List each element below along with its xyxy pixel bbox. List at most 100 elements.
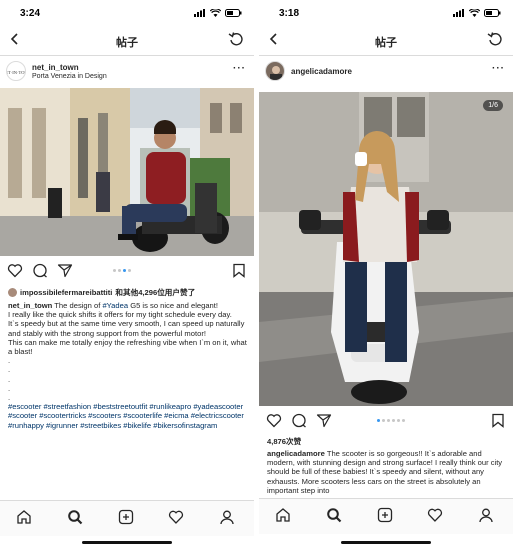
home-icon bbox=[276, 508, 290, 522]
post-header: angelicadamore ··· bbox=[259, 57, 513, 87]
battery-icon bbox=[225, 9, 242, 17]
caption-dot-line: . bbox=[8, 383, 11, 393]
comment-button[interactable] bbox=[291, 413, 307, 433]
heart-icon bbox=[168, 510, 184, 524]
status-time: 3:18 bbox=[279, 8, 300, 19]
caption-hashtag-yadea[interactable]: #Yadea bbox=[102, 301, 128, 310]
caption-text-2: G5 is so nice and elegant! bbox=[130, 301, 218, 310]
search-icon bbox=[327, 508, 342, 523]
carousel-dot bbox=[402, 419, 405, 422]
photo-woman-scooter bbox=[259, 92, 513, 406]
caption-text-4: It`s speedy but at the same time very sm… bbox=[8, 319, 245, 338]
more-options-button[interactable]: ··· bbox=[492, 63, 505, 74]
net-in-town-logo-icon: NET·IN·TOWN bbox=[7, 70, 26, 75]
post-caption: net_in_town The design of #Yadea G5 is s… bbox=[8, 301, 248, 430]
bottom-navigation bbox=[259, 498, 513, 534]
carousel-dot bbox=[128, 269, 131, 272]
bookmark-icon bbox=[233, 263, 245, 278]
refresh-button[interactable] bbox=[228, 31, 244, 52]
liked-by-rest[interactable]: 和其他4,296位用户赞了 bbox=[115, 287, 195, 298]
caption-dot-line: . bbox=[8, 393, 11, 403]
wifi-icon bbox=[210, 9, 221, 17]
status-bar: 3:24 bbox=[0, 0, 254, 26]
refresh-icon bbox=[487, 32, 502, 46]
post-username[interactable]: net_in_town bbox=[32, 63, 79, 72]
caption-dot-line: . bbox=[8, 374, 11, 384]
post-header: NET·IN·TOWN net_in_town Porta Venezia in… bbox=[0, 57, 254, 87]
save-button[interactable] bbox=[491, 413, 505, 433]
add-icon bbox=[118, 509, 134, 525]
nav-activity-button[interactable] bbox=[168, 509, 184, 530]
nav-profile-button[interactable] bbox=[219, 509, 235, 530]
avatar[interactable]: NET·IN·TOWN bbox=[6, 61, 26, 81]
post-username[interactable]: angelicadamore bbox=[291, 67, 352, 76]
nav-header: 帖子 bbox=[259, 26, 513, 56]
nav-activity-button[interactable] bbox=[427, 507, 443, 528]
liked-by-user[interactable]: impossibilefermareibattiti bbox=[20, 288, 112, 297]
status-icons bbox=[453, 9, 501, 17]
profile-icon bbox=[479, 508, 493, 523]
refresh-icon bbox=[228, 32, 243, 46]
nav-search-button[interactable] bbox=[67, 509, 83, 530]
caption-hashtags[interactable]: #escooter #streetfashion #beststreetoutf… bbox=[8, 402, 248, 430]
like-button[interactable] bbox=[7, 263, 23, 283]
status-bar: 3:18 bbox=[259, 0, 513, 26]
caption-dot-line: . bbox=[8, 356, 11, 366]
comment-button[interactable] bbox=[32, 263, 48, 283]
comment-icon bbox=[33, 263, 47, 278]
post-actions bbox=[0, 260, 254, 282]
right-phone-screen: 3:18 帖子 angelicadamore ··· 1/6 4,876次赞 a… bbox=[259, 0, 513, 548]
carousel-dot-active bbox=[377, 419, 380, 422]
home-indicator bbox=[341, 541, 431, 544]
carousel-dot bbox=[392, 419, 395, 422]
svg-text:NET·IN·TOWN: NET·IN·TOWN bbox=[7, 70, 26, 75]
post-caption: angelicadamore The scooter is so gorgeou… bbox=[267, 449, 507, 495]
caption-username[interactable]: angelicadamore bbox=[267, 449, 325, 458]
post-location[interactable]: Porta Venezia in Design bbox=[32, 73, 107, 80]
nav-profile-button[interactable] bbox=[478, 507, 494, 528]
post-actions bbox=[259, 410, 513, 432]
caption-username[interactable]: net_in_town bbox=[8, 301, 52, 310]
carousel-dot bbox=[387, 419, 390, 422]
carousel-dot bbox=[113, 269, 116, 272]
likes-count[interactable]: 4,876次赞 bbox=[267, 436, 301, 447]
nav-add-button[interactable] bbox=[118, 509, 134, 530]
nav-header: 帖子 bbox=[0, 26, 254, 56]
signal-icon bbox=[194, 9, 205, 17]
page-title: 帖子 bbox=[116, 37, 138, 49]
share-button[interactable] bbox=[316, 413, 332, 433]
save-button[interactable] bbox=[232, 263, 246, 283]
photo-counter: 1/6 bbox=[483, 100, 503, 111]
add-icon bbox=[377, 507, 393, 523]
heart-icon bbox=[266, 414, 282, 428]
heart-icon bbox=[7, 264, 23, 278]
home-indicator bbox=[82, 541, 172, 544]
nav-add-button[interactable] bbox=[377, 507, 393, 528]
home-icon bbox=[17, 510, 31, 524]
caption-text-1: The design of bbox=[54, 301, 101, 310]
post-photo[interactable] bbox=[0, 88, 254, 256]
liked-by-avatar bbox=[8, 287, 17, 297]
status-time: 3:24 bbox=[20, 8, 41, 19]
comment-icon bbox=[292, 413, 306, 428]
nav-home-button[interactable] bbox=[275, 507, 291, 528]
carousel-dot bbox=[118, 269, 121, 272]
nav-home-button[interactable] bbox=[16, 509, 32, 530]
wifi-icon bbox=[469, 9, 480, 17]
like-button[interactable] bbox=[266, 413, 282, 433]
post-photo[interactable]: 1/6 bbox=[259, 92, 513, 406]
status-icons bbox=[194, 9, 242, 17]
signal-icon bbox=[453, 9, 464, 17]
carousel-dot bbox=[397, 419, 400, 422]
carousel-dot bbox=[382, 419, 385, 422]
carousel-indicator bbox=[113, 269, 131, 272]
heart-icon bbox=[427, 508, 443, 522]
more-options-button[interactable]: ··· bbox=[233, 63, 246, 74]
refresh-button[interactable] bbox=[487, 31, 503, 52]
nav-search-button[interactable] bbox=[326, 507, 342, 528]
caption-dot-line: . bbox=[8, 365, 11, 375]
bookmark-icon bbox=[492, 413, 504, 428]
share-button[interactable] bbox=[57, 263, 73, 283]
page-title: 帖子 bbox=[375, 37, 397, 49]
avatar[interactable] bbox=[265, 61, 285, 81]
